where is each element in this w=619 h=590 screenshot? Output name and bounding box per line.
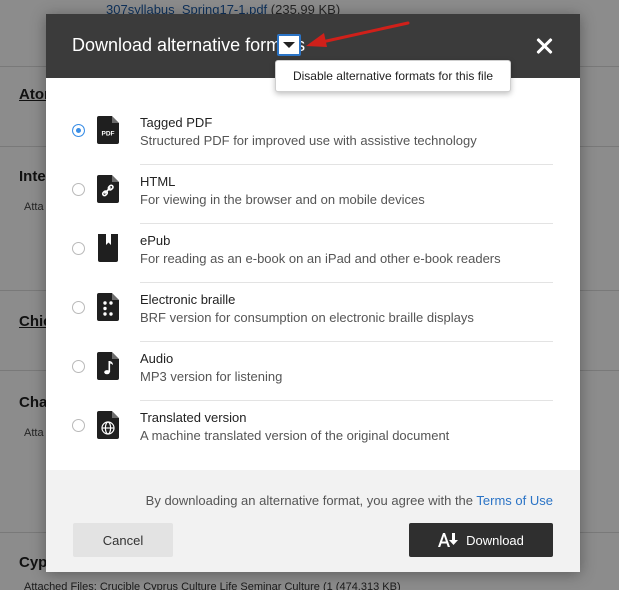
audio-file-icon [97, 352, 119, 380]
option-description: BRF version for consumption on electroni… [140, 310, 474, 325]
format-option-translated[interactable]: Translated version A machine translated … [46, 401, 580, 460]
svg-text:PDF: PDF [102, 131, 115, 138]
option-title: Tagged PDF [140, 115, 213, 130]
caret-down-icon [283, 42, 295, 48]
link-file-icon [97, 175, 119, 203]
cancel-button[interactable]: Cancel [73, 523, 173, 557]
disable-formats-menu-item[interactable]: Disable alternative formats for this fil… [275, 60, 511, 92]
option-title: Translated version [140, 410, 247, 425]
option-title: Audio [140, 351, 174, 366]
terms-text: By downloading an alternative format, yo… [145, 493, 474, 508]
globe-file-icon [97, 411, 119, 439]
format-option-html[interactable]: HTML For viewing in the browser and on m… [46, 165, 580, 224]
radio-epub[interactable] [72, 242, 85, 255]
format-option-braille[interactable]: Electronic braille BRF version for consu… [46, 283, 580, 342]
radio-braille[interactable] [72, 301, 85, 314]
format-option-epub[interactable]: ePub For reading as an e-book on an iPad… [46, 224, 580, 283]
radio-html[interactable] [72, 183, 85, 196]
radio-tagged-pdf[interactable] [72, 124, 85, 137]
annotation-arrow-icon [306, 21, 410, 47]
option-description: MP3 version for listening [140, 369, 283, 384]
download-label: Download [466, 532, 524, 548]
format-option-tagged-pdf[interactable]: PDF Tagged PDF Structured PDF for improv… [46, 106, 580, 165]
format-option-audio[interactable]: Audio MP3 version for listening [46, 342, 580, 401]
dialog-title: Download alternative formats [72, 35, 306, 55]
option-description: A machine translated version of the orig… [140, 428, 450, 443]
option-title: ePub [140, 233, 171, 248]
option-title: HTML [140, 174, 176, 189]
download-button[interactable]: Download [409, 523, 553, 557]
download-icon [438, 533, 459, 547]
pdf-file-icon: PDF [97, 116, 119, 144]
formats-dropdown-button[interactable] [277, 34, 301, 56]
radio-translated[interactable] [72, 419, 85, 432]
terms-notice: By downloading an alternative format, yo… [146, 493, 553, 508]
format-options-list: PDF Tagged PDF Structured PDF for improv… [46, 106, 580, 460]
download-formats-dialog: Download alternative formats PDF Tagged … [46, 14, 580, 572]
radio-audio[interactable] [72, 360, 85, 373]
option-description: Structured PDF for improved use with ass… [140, 133, 477, 148]
book-icon [98, 234, 118, 262]
option-description: For reading as an e-book on an iPad and … [140, 251, 501, 266]
dialog-body: PDF Tagged PDF Structured PDF for improv… [46, 78, 580, 470]
braille-file-icon [97, 293, 119, 321]
option-title: Electronic braille [140, 292, 236, 307]
terms-of-use-link[interactable]: Terms of Use [476, 493, 553, 508]
option-description: For viewing in the browser and on mobile… [140, 192, 425, 207]
dialog-footer: By downloading an alternative format, yo… [46, 470, 580, 572]
close-icon[interactable] [534, 36, 554, 56]
